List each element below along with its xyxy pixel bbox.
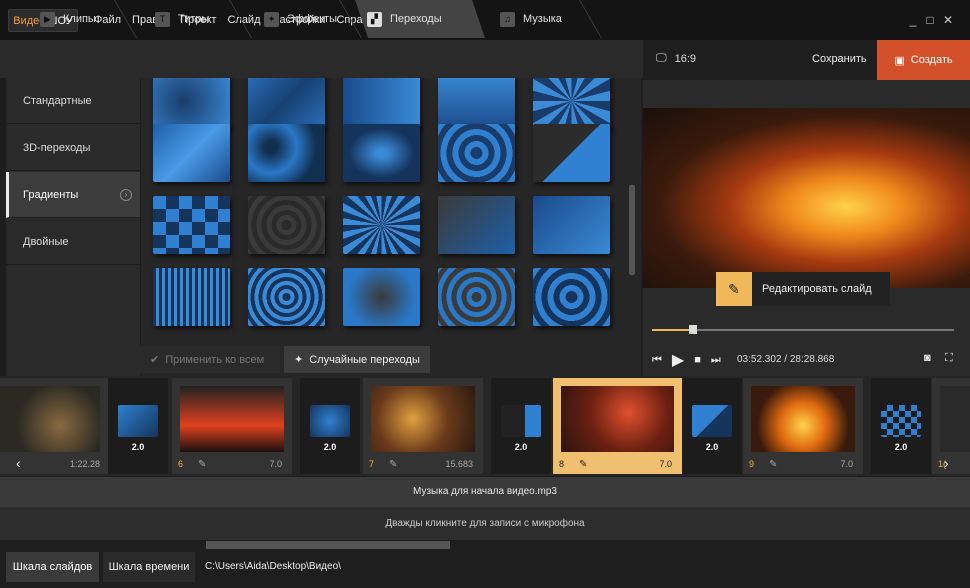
playback-progress-fill bbox=[652, 329, 694, 331]
pencil-icon[interactable]: ✎ bbox=[579, 459, 587, 470]
transition-thumb[interactable] bbox=[343, 124, 420, 182]
transition-thumb[interactable] bbox=[153, 268, 230, 326]
transition-thumb[interactable] bbox=[438, 196, 515, 254]
stop-icon[interactable]: ■ bbox=[694, 354, 701, 366]
camera-icon[interactable]: ◙ bbox=[924, 352, 931, 364]
timeline-scroll-thumb[interactable] bbox=[206, 541, 450, 549]
apply-all-button[interactable]: ✔ Применить ко всем bbox=[140, 346, 280, 373]
video-icon: ▣ bbox=[894, 54, 905, 67]
playback-controls: ⏮ ▶ ■ ⏭ bbox=[652, 350, 721, 370]
transition-thumb[interactable] bbox=[248, 124, 325, 182]
slide-thumbnail bbox=[751, 386, 855, 452]
close-button[interactable]: ✕ bbox=[941, 13, 955, 27]
slide-thumbnail bbox=[0, 386, 100, 452]
fullscreen-icon[interactable]: ⛶ bbox=[945, 352, 953, 365]
tab-effects[interactable]: ✦ Эффекты bbox=[252, 0, 362, 38]
slide-thumbnail bbox=[371, 386, 475, 452]
tab-time-timeline[interactable]: Шкала времени bbox=[103, 552, 195, 582]
voice-track[interactable]: Дважды кликните для записи с микрофона bbox=[0, 507, 970, 540]
timeline-slide[interactable]: 7 ✎ 15.683 bbox=[363, 378, 483, 474]
transition-thumb[interactable] bbox=[438, 78, 515, 130]
film-icon: ▶ bbox=[40, 11, 55, 27]
transition-thumb[interactable] bbox=[153, 196, 230, 254]
transition-thumb[interactable] bbox=[153, 78, 230, 130]
transition-thumbnail bbox=[501, 405, 541, 437]
check-icon: ✔ bbox=[150, 354, 160, 366]
wand-icon: ✦ bbox=[264, 11, 279, 27]
playback-knob[interactable] bbox=[689, 325, 698, 334]
timeline-slide[interactable]: 9 ✎ 7.0 bbox=[743, 378, 863, 474]
create-button[interactable]: ▣ Создать bbox=[877, 40, 970, 80]
transition-thumbnail bbox=[118, 405, 158, 437]
scroll-right-arrow[interactable]: › bbox=[944, 455, 949, 471]
transition-thumb[interactable] bbox=[248, 268, 325, 326]
save-button[interactable]: Сохранить bbox=[812, 53, 867, 65]
transition-icon: ▞ bbox=[367, 11, 382, 27]
monitor-icon: 🖵 bbox=[656, 52, 667, 64]
tab-clips[interactable]: ▶ Клипы bbox=[28, 0, 136, 38]
transition-thumbnail bbox=[310, 405, 350, 437]
project-path: C:\Users\Aida\Desktop\Видео\ bbox=[205, 561, 341, 572]
transition-thumb[interactable] bbox=[343, 268, 420, 326]
minimize-button[interactable]: _ bbox=[906, 13, 920, 27]
text-icon: T bbox=[155, 11, 170, 27]
transition-thumb[interactable] bbox=[248, 196, 325, 254]
timeline-slide[interactable]: 1( bbox=[932, 378, 970, 474]
slide-thumbnail bbox=[180, 386, 284, 452]
tab-bar bbox=[0, 40, 643, 78]
timeline-scrollbar[interactable] bbox=[0, 540, 970, 550]
time-readout: 03:52.302 / 28:28.868 bbox=[737, 354, 835, 365]
transition-thumbnail bbox=[881, 405, 921, 437]
timeline-transition[interactable]: 2.0 bbox=[682, 378, 742, 474]
transition-thumb[interactable] bbox=[248, 78, 325, 130]
tab-titles[interactable]: T Титры bbox=[143, 0, 251, 38]
transition-thumb[interactable] bbox=[533, 268, 610, 326]
music-track[interactable]: Музыка для начала видео.mp3 bbox=[0, 477, 970, 507]
transition-thumb[interactable] bbox=[533, 196, 610, 254]
transition-thumb[interactable] bbox=[438, 124, 515, 182]
transition-thumbnail bbox=[692, 405, 732, 437]
transition-thumb[interactable] bbox=[343, 78, 420, 130]
timeline-transition[interactable]: 2.0 bbox=[491, 378, 551, 474]
chevron-right-icon: › bbox=[120, 188, 132, 201]
category-standard[interactable]: Стандартные bbox=[6, 78, 140, 124]
slide-thumbnail bbox=[940, 386, 970, 452]
transition-thumb[interactable] bbox=[153, 124, 230, 182]
timeline-transition[interactable]: 2.0 bbox=[300, 378, 360, 474]
pencil-icon[interactable]: ✎ bbox=[389, 459, 397, 470]
transition-thumb[interactable] bbox=[438, 268, 515, 326]
category-double[interactable]: Двойные bbox=[6, 219, 140, 265]
transition-grid bbox=[141, 78, 641, 340]
pencil-icon[interactable]: ✎ bbox=[769, 459, 777, 470]
random-transitions-button[interactable]: ✦ Случайные переходы bbox=[284, 346, 430, 373]
timeline-transition[interactable]: 2.0 bbox=[871, 378, 931, 474]
pencil-icon[interactable]: ✎ bbox=[198, 459, 206, 470]
skip-forward-icon[interactable]: ⏭ bbox=[711, 354, 721, 367]
skip-back-icon[interactable]: ⏮ bbox=[652, 354, 662, 367]
transition-thumb[interactable] bbox=[533, 78, 610, 130]
scroll-left-arrow[interactable]: ‹ bbox=[16, 455, 21, 471]
transition-thumb[interactable] bbox=[533, 124, 610, 182]
category-3d[interactable]: 3D-переходы bbox=[6, 125, 140, 171]
timeline-slide-selected[interactable]: 8 ✎ 7.0 bbox=[553, 378, 682, 474]
play-icon[interactable]: ▶ bbox=[672, 350, 684, 370]
maximize-button[interactable]: □ bbox=[923, 13, 937, 27]
edit-slide-button[interactable]: ✎ Редактировать слайд bbox=[716, 272, 890, 306]
tab-slide-timeline[interactable]: Шкала слайдов bbox=[6, 552, 99, 582]
category-sidebar: Стандартные 3D-переходы Градиенты › Двойн… bbox=[6, 78, 140, 376]
video-preview bbox=[643, 108, 970, 288]
timeline-transition[interactable]: 2.0 bbox=[108, 378, 168, 474]
aspect-ratio[interactable]: 🖵 16:9 bbox=[656, 52, 696, 65]
wand-icon: ✦ bbox=[294, 354, 304, 366]
pencil-icon: ✎ bbox=[716, 272, 752, 306]
category-gradients[interactable]: Градиенты › bbox=[6, 172, 140, 218]
grid-scroll-thumb[interactable] bbox=[629, 185, 635, 275]
slide-thumbnail bbox=[561, 386, 674, 452]
music-icon: ♫ bbox=[500, 11, 515, 27]
timeline-slide[interactable]: 6 ✎ 7.0 bbox=[172, 378, 292, 474]
transition-thumb[interactable] bbox=[343, 196, 420, 254]
tab-transitions[interactable]: ▞ Переходы bbox=[355, 0, 485, 38]
